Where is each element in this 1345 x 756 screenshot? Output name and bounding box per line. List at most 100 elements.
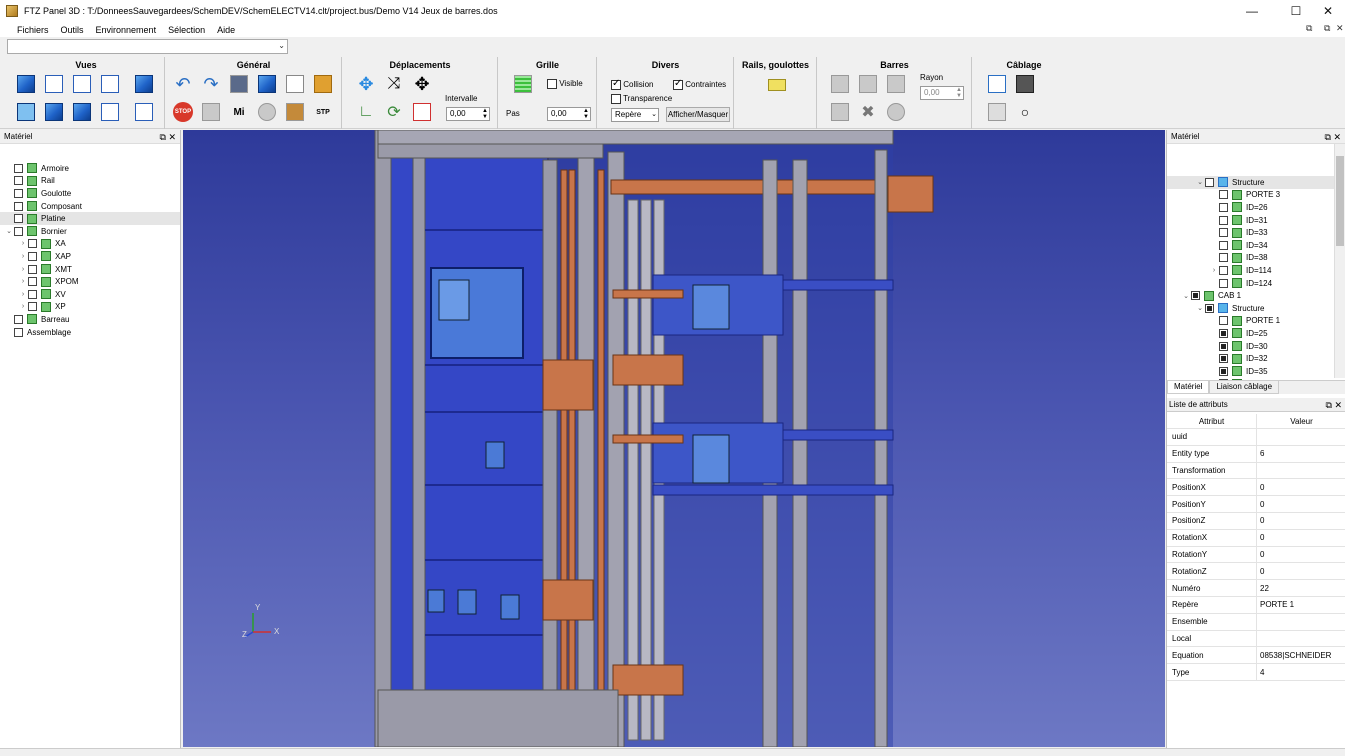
view-top-button[interactable] bbox=[42, 100, 66, 124]
table-row[interactable]: Entity type 6 bbox=[1167, 445, 1345, 463]
tree-checkbox[interactable] bbox=[1219, 253, 1228, 263]
tree-item[interactable]: › XV bbox=[0, 288, 180, 301]
tree-checkbox[interactable] bbox=[14, 214, 23, 224]
mdi-close-icon[interactable]: ✕ bbox=[1336, 23, 1344, 34]
tree-checkbox[interactable] bbox=[1219, 190, 1228, 200]
cable-route-button[interactable] bbox=[985, 72, 1009, 96]
transparence-checkbox-box[interactable] bbox=[611, 94, 621, 104]
chevron-down-icon[interactable]: ⌄ bbox=[4, 227, 14, 235]
menu-environnement[interactable]: Environnement bbox=[90, 25, 163, 35]
tree-checkbox[interactable] bbox=[1219, 366, 1228, 376]
grid-button[interactable] bbox=[511, 72, 535, 96]
attribute-value[interactable]: 0 bbox=[1257, 479, 1345, 495]
chevron-right-icon[interactable]: › bbox=[18, 278, 28, 285]
attribute-value[interactable]: 22 bbox=[1257, 580, 1345, 596]
close-icon[interactable]: ✕ bbox=[1308, 0, 1345, 22]
attribute-value[interactable]: 4 bbox=[1257, 664, 1345, 680]
align-button[interactable] bbox=[410, 100, 434, 124]
bar-3-button[interactable] bbox=[884, 72, 908, 96]
tree-item[interactable]: ID=26 bbox=[1167, 201, 1345, 214]
table-row[interactable]: Ensemble bbox=[1167, 613, 1345, 631]
tree-checkbox[interactable] bbox=[14, 314, 23, 324]
tree-item[interactable]: PORTE 3 bbox=[1167, 189, 1345, 202]
tree-item[interactable]: › XA bbox=[0, 238, 180, 251]
tree-item[interactable]: ID=30 bbox=[1167, 340, 1345, 353]
tree-checkbox[interactable] bbox=[14, 201, 23, 211]
table-row[interactable]: PositionX 0 bbox=[1167, 479, 1345, 497]
package-button[interactable] bbox=[311, 72, 335, 96]
tree-checkbox[interactable] bbox=[28, 251, 37, 261]
cable-box-button[interactable] bbox=[1013, 72, 1037, 96]
attribute-value[interactable] bbox=[1257, 463, 1345, 479]
tree-item[interactable]: ID=124 bbox=[1167, 277, 1345, 290]
view-bottom-button[interactable] bbox=[70, 100, 94, 124]
view-wire-button[interactable] bbox=[98, 100, 122, 124]
attribute-value[interactable]: 0 bbox=[1257, 496, 1345, 512]
tree-item[interactable]: PORTE 1 bbox=[1167, 315, 1345, 328]
tree-item[interactable]: › XP bbox=[0, 301, 180, 314]
table-row[interactable]: Numéro 22 bbox=[1167, 580, 1345, 597]
nodes-icon[interactable]: ○ bbox=[1013, 100, 1037, 124]
view-iso-button[interactable] bbox=[132, 72, 156, 96]
scrollbar-thumb[interactable] bbox=[1336, 156, 1344, 246]
stop-button[interactable]: STOP bbox=[171, 100, 195, 124]
table-row[interactable]: Type 4 bbox=[1167, 664, 1345, 681]
collision-checkbox-box[interactable] bbox=[611, 78, 621, 90]
tree-checkbox[interactable] bbox=[1219, 202, 1228, 212]
tree-checkbox[interactable] bbox=[14, 163, 23, 173]
repere-select[interactable]: Repère ⌄ bbox=[611, 108, 659, 122]
tab-materiel[interactable]: Matériel bbox=[1167, 381, 1210, 394]
view-fit-button[interactable] bbox=[14, 100, 38, 124]
tree-checkbox[interactable] bbox=[1205, 177, 1214, 187]
table-row[interactable]: uuid bbox=[1167, 429, 1345, 446]
panel-float-close-icon[interactable]: ⧉ ✕ bbox=[1326, 398, 1342, 412]
tree-checkbox[interactable] bbox=[28, 239, 37, 249]
visible-checkbox[interactable]: Visible bbox=[547, 79, 583, 89]
tree-item[interactable]: › XMT bbox=[0, 263, 180, 276]
attribute-value[interactable]: 0 bbox=[1257, 547, 1345, 563]
intervalle-spinbox[interactable]: 0,00 ▲ ▼ bbox=[446, 107, 490, 121]
menu-outils[interactable]: Outils bbox=[55, 25, 90, 35]
tree-item[interactable]: ID=31 bbox=[1167, 214, 1345, 227]
copy-button[interactable] bbox=[283, 72, 307, 96]
bar-1-button[interactable] bbox=[828, 72, 852, 96]
chevron-right-icon[interactable]: › bbox=[18, 253, 28, 260]
bar-2-button[interactable] bbox=[856, 72, 880, 96]
tree-checkbox[interactable] bbox=[1219, 278, 1228, 288]
table-row[interactable]: Repère PORTE 1 bbox=[1167, 596, 1345, 614]
tree-checkbox[interactable] bbox=[14, 176, 23, 186]
tree-checkbox[interactable] bbox=[28, 264, 37, 274]
view-transparent-button[interactable] bbox=[132, 100, 156, 124]
stp-button[interactable]: STP bbox=[311, 100, 335, 124]
tree-checkbox[interactable] bbox=[28, 277, 37, 287]
chevron-down-icon[interactable]: ⌄ bbox=[1195, 178, 1205, 186]
menu-aide[interactable]: Aide bbox=[211, 25, 241, 35]
tree-item[interactable]: ID=38 bbox=[1167, 252, 1345, 265]
attribute-value[interactable] bbox=[1257, 631, 1345, 647]
attribute-value[interactable]: 0 bbox=[1257, 513, 1345, 529]
save-as-button[interactable] bbox=[255, 72, 279, 96]
cable-cube-button[interactable] bbox=[985, 100, 1009, 124]
menu-selection[interactable]: Sélection bbox=[162, 25, 211, 35]
tree-checkbox[interactable] bbox=[14, 188, 23, 198]
tree-scrollbar[interactable] bbox=[1334, 144, 1345, 378]
tree-item[interactable]: ⌄ Bornier bbox=[0, 225, 180, 238]
table-row[interactable]: PositionY 0 bbox=[1167, 496, 1345, 513]
tree-item[interactable]: › XAP bbox=[0, 250, 180, 263]
panel-float-close-icon[interactable]: ⧉ ✕ bbox=[160, 130, 176, 144]
view-left-button[interactable] bbox=[70, 72, 94, 96]
tree-item[interactable]: Barreau bbox=[0, 313, 180, 326]
tree-item[interactable]: › ID=114 bbox=[1167, 264, 1345, 277]
tree-checkbox[interactable] bbox=[1219, 328, 1228, 338]
tree-item[interactable]: ⌄ Structure bbox=[1167, 302, 1345, 315]
rail-button[interactable] bbox=[765, 73, 789, 97]
panel-float-close-icon[interactable]: ⧉ ✕ bbox=[1325, 130, 1341, 144]
mdi-restore-icon-2[interactable]: ⧉ bbox=[1324, 23, 1330, 34]
visible-checkbox-box[interactable] bbox=[547, 79, 557, 89]
attribute-value[interactable] bbox=[1257, 429, 1345, 445]
table-row[interactable]: Equation 08538|SCHNEIDER bbox=[1167, 647, 1345, 665]
tree-item[interactable]: Goulotte bbox=[0, 187, 180, 200]
menu-fichiers[interactable]: Fichiers bbox=[0, 25, 55, 35]
tree-checkbox[interactable] bbox=[1219, 316, 1228, 326]
table-row[interactable]: RotationZ 0 bbox=[1167, 563, 1345, 581]
